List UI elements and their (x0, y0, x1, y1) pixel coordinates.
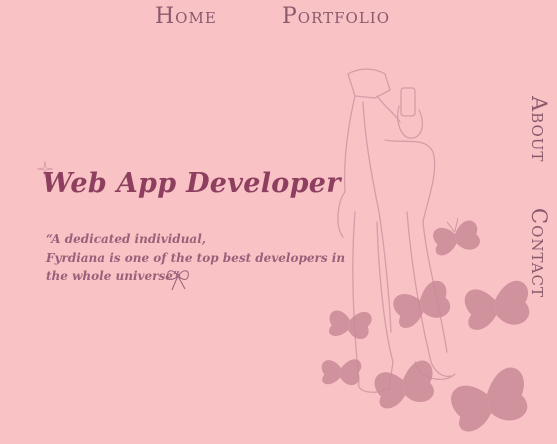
butterfly-icon (374, 360, 434, 409)
person-taking-selfie-illustration (321, 68, 530, 432)
butterfly-icon (464, 280, 530, 330)
hero-title: Web App Developer (42, 168, 341, 199)
butterfly-icon (321, 359, 362, 386)
quote-line-1: “A dedicated individual, (46, 232, 206, 246)
butterfly-icon (329, 310, 372, 340)
butterfly-group (321, 217, 530, 432)
butterfly-icon (433, 217, 480, 256)
top-navigation: Home Portfolio (0, 4, 557, 34)
butterfly-icon (451, 367, 528, 432)
nav-portfolio-link[interactable]: Portfolio (282, 4, 390, 29)
quote-line-2: Fyrdiana is one of the top best develope… (46, 250, 346, 265)
nav-home-link[interactable]: Home (155, 4, 217, 29)
bow-icon (167, 270, 189, 291)
